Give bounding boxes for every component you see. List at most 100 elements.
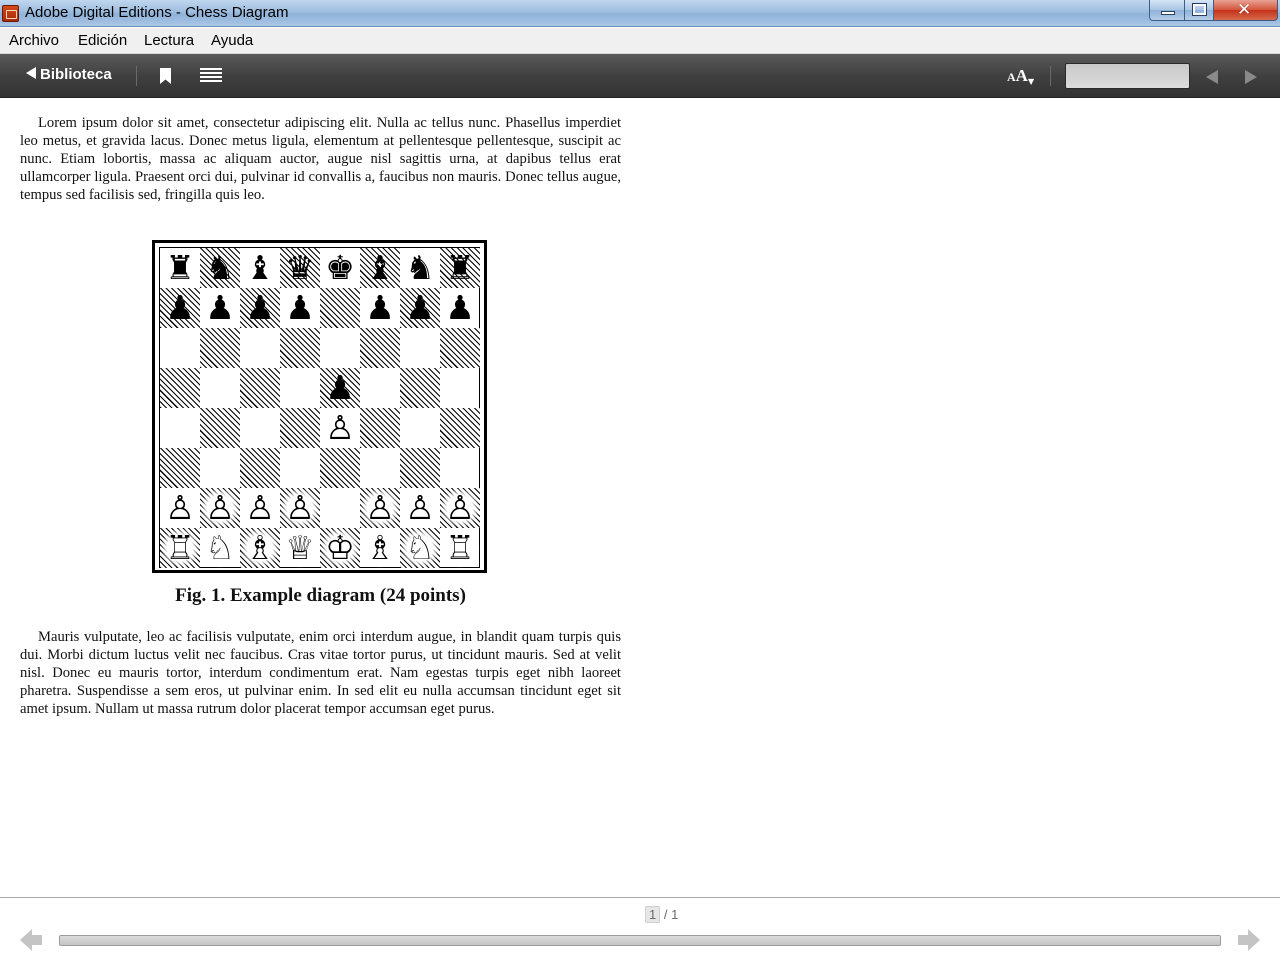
board-square: ♛ (280, 248, 320, 288)
board-square: ♜ (440, 248, 480, 288)
black-king-icon: ♚ (325, 248, 355, 287)
board-square: ♟ (240, 288, 280, 328)
board-square (280, 328, 320, 368)
minimize-button[interactable] (1149, 0, 1185, 21)
board-square (240, 368, 280, 408)
title-bar: Adobe Digital Editions - Chess Diagram ✕ (0, 0, 1280, 27)
board-square: ♙ (160, 488, 200, 528)
board-square: ♟ (440, 288, 480, 328)
board-square (280, 408, 320, 448)
board-square: ♔ (320, 528, 360, 568)
board-square: ♙ (280, 488, 320, 528)
library-button[interactable]: Biblioteca (26, 66, 112, 86)
white-rook-icon: ♖ (440, 528, 480, 568)
paragraph-1: Lorem ipsum dolor sit amet, consectetur … (20, 115, 621, 203)
board-square: ♟ (200, 288, 240, 328)
menu-bar: Archivo Edición Lectura Ayuda (0, 28, 1280, 54)
board-square: ♟ (360, 288, 400, 328)
board-square (440, 368, 480, 408)
app-icon[interactable] (2, 5, 19, 22)
bookmark-icon[interactable] (160, 68, 171, 84)
black-pawn-icon: ♟ (165, 288, 195, 327)
maximize-button[interactable] (1185, 0, 1214, 21)
board-square: ♘ (200, 528, 240, 568)
black-rook-icon: ♜ (165, 248, 195, 287)
board-square (160, 368, 200, 408)
previous-page-icon[interactable] (1206, 70, 1218, 84)
board-square (360, 368, 400, 408)
board-square: ♙ (200, 488, 240, 528)
board-square (200, 328, 240, 368)
board-square (240, 408, 280, 448)
previous-page-arrow-icon[interactable] (20, 929, 44, 951)
search-input[interactable] (1065, 63, 1190, 89)
board-square: ♙ (400, 488, 440, 528)
black-pawn-icon: ♟ (205, 288, 235, 327)
white-pawn-icon: ♙ (400, 488, 440, 528)
next-page-arrow-icon[interactable] (1236, 929, 1260, 951)
board-square (320, 288, 360, 328)
board-square: ♞ (400, 248, 440, 288)
board-square (200, 368, 240, 408)
table-of-contents-icon[interactable] (200, 68, 222, 84)
white-pawn-icon: ♙ (160, 488, 200, 528)
white-pawn-icon: ♙ (200, 488, 240, 528)
back-arrow-icon (26, 67, 36, 79)
board-square (360, 328, 400, 368)
page-navigation-bar: 1 / 1 (0, 897, 1280, 960)
board-square (280, 368, 320, 408)
board-square (360, 448, 400, 488)
page-indicator: 1 / 1 (645, 906, 678, 923)
black-pawn-icon: ♟ (365, 288, 395, 327)
page-scrollbar[interactable] (59, 935, 1221, 946)
board-square: ♜ (160, 248, 200, 288)
next-page-icon[interactable] (1245, 70, 1257, 84)
figure-caption: Fig. 1. Example diagram (24 points) (175, 585, 466, 606)
white-queen-icon: ♕ (280, 528, 320, 568)
board-square (160, 408, 200, 448)
reading-pane[interactable]: Lorem ipsum dolor sit amet, consectetur … (0, 98, 1280, 897)
board-square (400, 328, 440, 368)
board-square: ♟ (320, 368, 360, 408)
white-bishop-icon: ♗ (240, 528, 280, 568)
board-square: ♙ (360, 488, 400, 528)
board-square: ♝ (240, 248, 280, 288)
white-bishop-icon: ♗ (360, 528, 400, 568)
board-square: ♘ (400, 528, 440, 568)
board-square: ♚ (320, 248, 360, 288)
board-square (400, 448, 440, 488)
font-size-small-a: A (1007, 70, 1016, 84)
minimize-icon (1161, 11, 1175, 15)
board-square: ♙ (320, 408, 360, 448)
black-pawn-icon: ♟ (445, 288, 475, 327)
black-pawn-icon: ♟ (245, 288, 275, 327)
menu-lectura[interactable]: Lectura (144, 32, 194, 49)
menu-ayuda[interactable]: Ayuda (211, 32, 253, 49)
black-knight-icon: ♞ (205, 248, 235, 287)
white-knight-icon: ♘ (200, 528, 240, 568)
board-square (360, 408, 400, 448)
page-separator: / (663, 907, 668, 922)
board-square: ♖ (440, 528, 480, 568)
current-page-field[interactable]: 1 (645, 906, 661, 923)
black-rook-icon: ♜ (445, 248, 475, 287)
board-square: ♖ (160, 528, 200, 568)
menu-edicion[interactable]: Edición (78, 32, 127, 49)
board-square: ♟ (400, 288, 440, 328)
white-king-icon: ♔ (320, 528, 360, 568)
chevron-down-icon: ▼ (1027, 77, 1035, 86)
board-square (320, 328, 360, 368)
board-square (160, 328, 200, 368)
board-square: ♙ (440, 488, 480, 528)
board-square: ♗ (360, 528, 400, 568)
close-button[interactable]: ✕ (1214, 0, 1278, 21)
library-label: Biblioteca (40, 66, 112, 83)
total-pages: 1 (671, 907, 679, 922)
restore-icon (1192, 3, 1207, 16)
close-icon: ✕ (1237, 0, 1252, 20)
board-square (200, 448, 240, 488)
black-bishop-icon: ♝ (245, 248, 275, 287)
board-square (160, 448, 200, 488)
font-size-icon[interactable]: AA▼ (1007, 66, 1034, 86)
menu-archivo[interactable]: Archivo (9, 32, 59, 49)
